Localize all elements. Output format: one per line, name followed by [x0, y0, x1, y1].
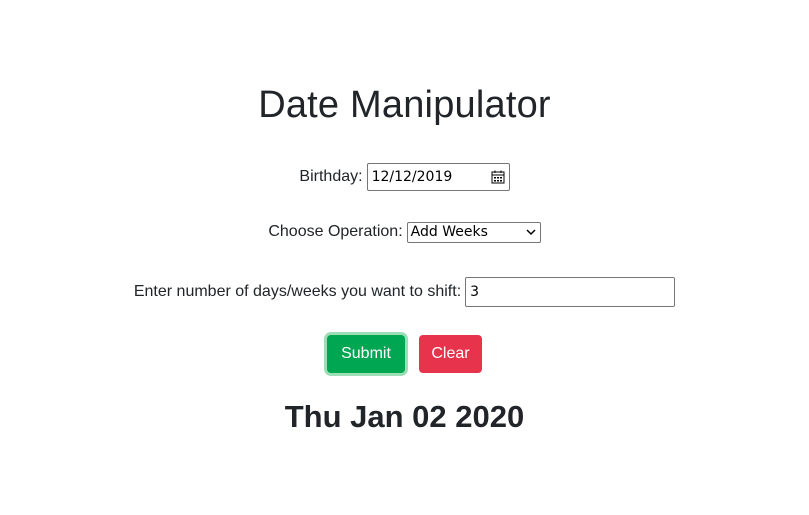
shift-label: Enter number of days/weeks you want to s…: [133, 282, 462, 300]
page-title: Date Manipulator: [258, 84, 551, 126]
date-manipulator-page: Date Manipulator Birthday: 12/12/2019 Ch…: [0, 0, 809, 515]
operation-label: Choose Operation:: [268, 223, 403, 240]
result-date: Thu Jan 02 2020: [284, 399, 525, 434]
operation-selected-value: Add Weeks: [410, 224, 488, 240]
operation-select[interactable]: Add Weeks: [406, 221, 541, 243]
chevron-down-icon: [526, 229, 536, 236]
submit-button[interactable]: Submit: [327, 335, 405, 373]
birthday-value: 12/12/2019: [371, 169, 453, 185]
operation-row: Choose Operation: Add Weeks: [0, 220, 809, 244]
calendar-icon[interactable]: [491, 170, 505, 184]
shift-amount-value: 3: [470, 283, 480, 300]
birthday-label: Birthday:: [299, 168, 363, 185]
shift-amount-input[interactable]: 3: [465, 276, 676, 307]
shift-row: Enter number of days/weeks you want to s…: [0, 276, 809, 307]
birthday-date-input[interactable]: 12/12/2019: [366, 163, 510, 191]
birthday-row: Birthday: 12/12/2019: [0, 162, 809, 192]
button-row: Submit Clear: [0, 333, 809, 375]
clear-button[interactable]: Clear: [419, 335, 482, 373]
